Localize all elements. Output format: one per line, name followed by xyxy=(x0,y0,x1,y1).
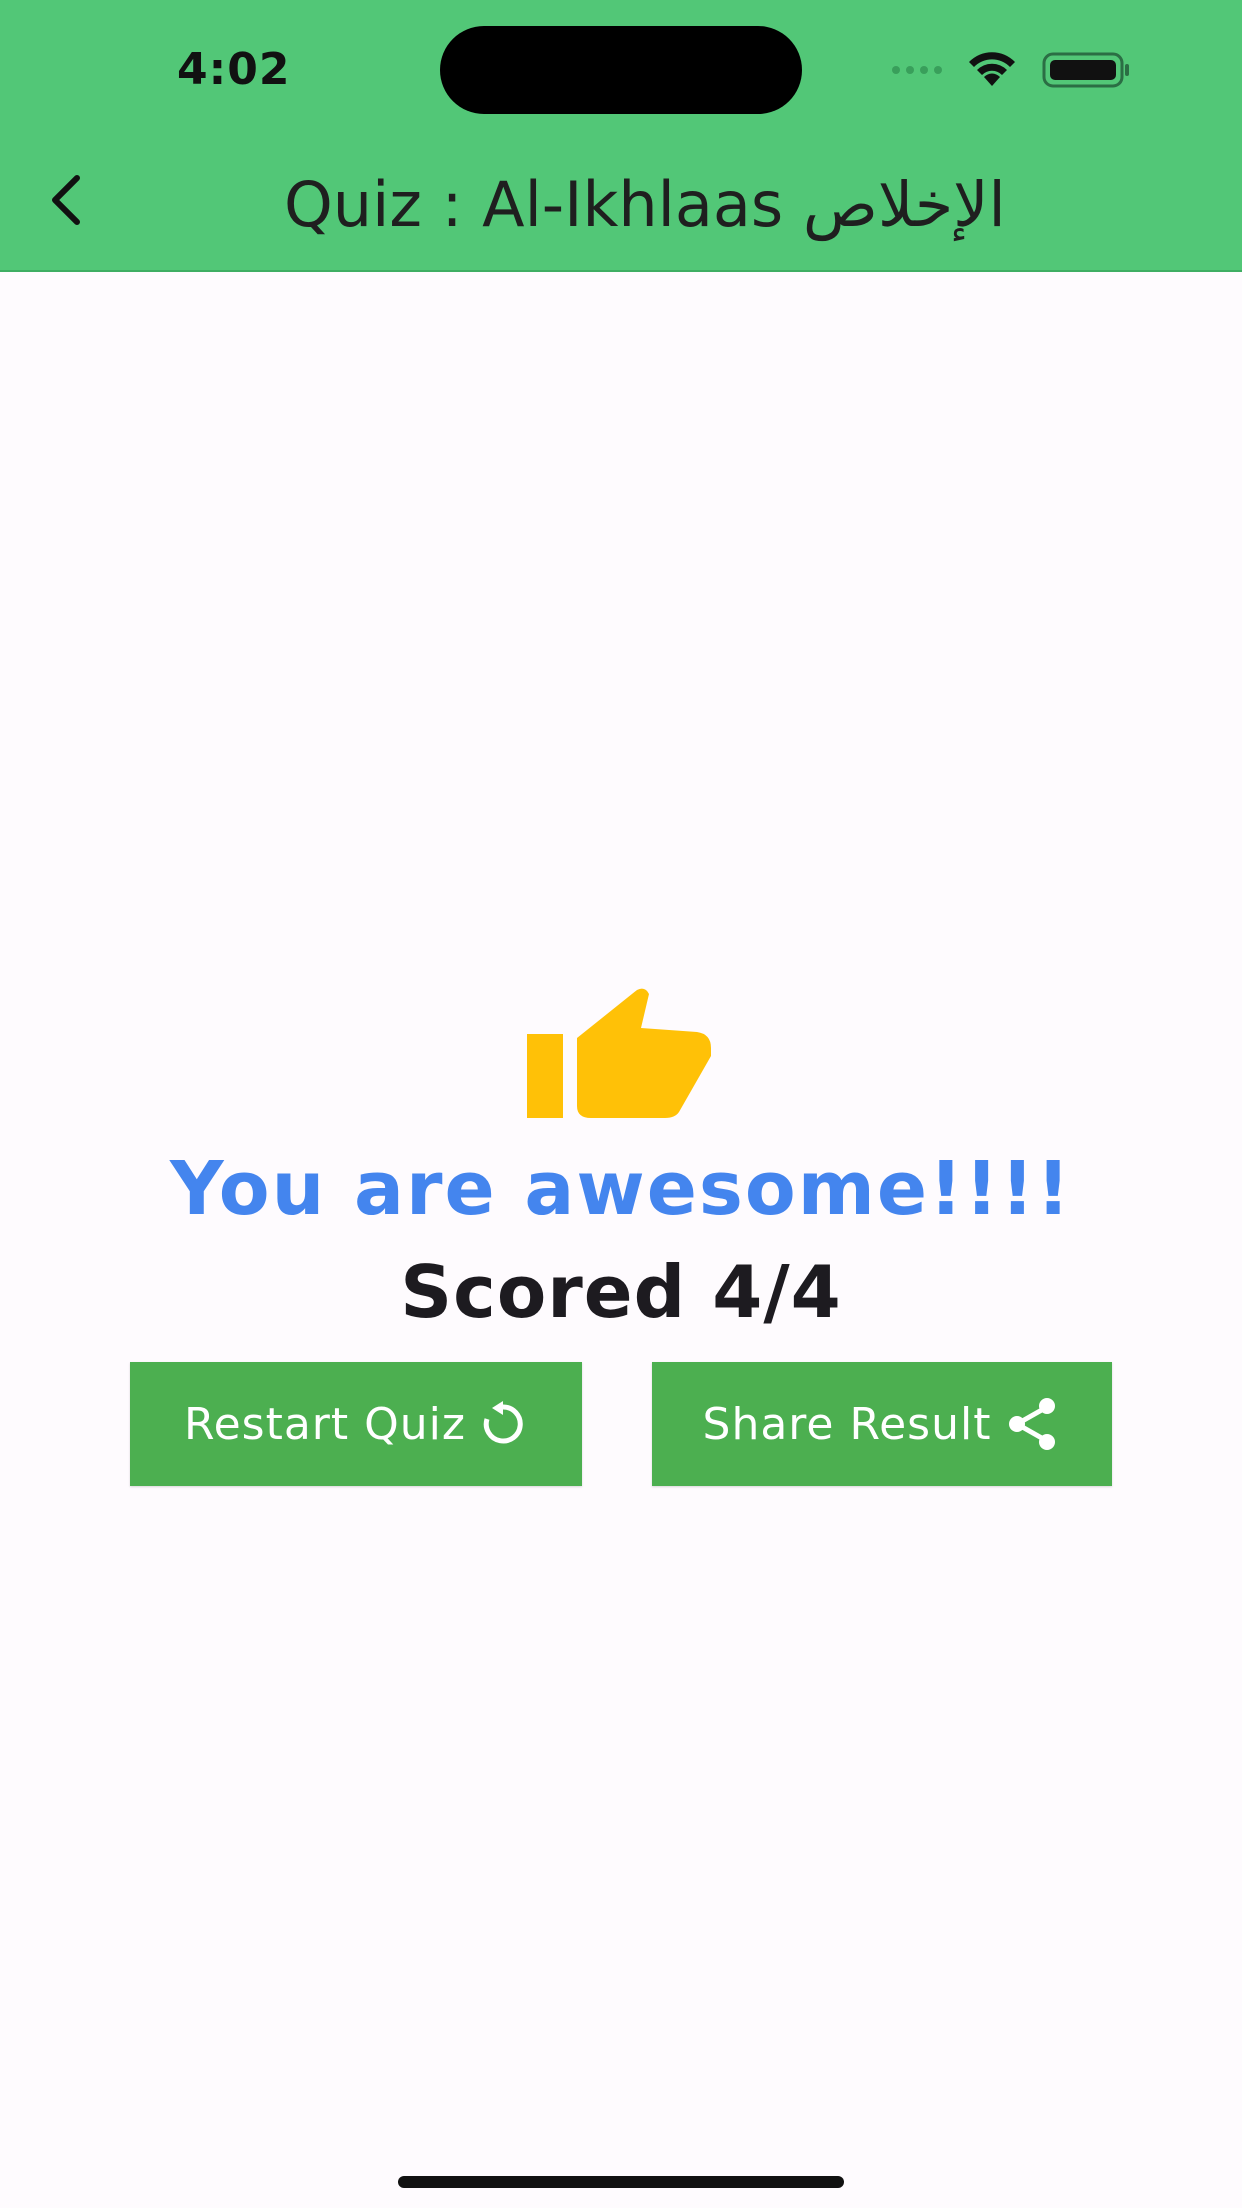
restart-quiz-label: Restart Quiz xyxy=(184,1398,466,1450)
chevron-left-icon xyxy=(52,175,80,225)
home-indicator[interactable] xyxy=(398,2176,844,2188)
thumbs-up-icon xyxy=(525,978,715,1120)
score-text: Scored 4/4 xyxy=(400,1250,842,1334)
result-message: You are awesome!!!! xyxy=(169,1146,1073,1232)
share-result-label: Share Result xyxy=(702,1398,992,1450)
back-button[interactable] xyxy=(30,165,100,235)
page-title: Quiz : Al-Ikhlaas الإخلاص xyxy=(284,168,1006,241)
share-icon xyxy=(1009,1398,1056,1450)
battery-icon xyxy=(1042,50,1132,90)
quiz-result-screen: 4:02 Quiz: Al-Ikhlaas الإخلاص You are a… xyxy=(0,0,1242,2208)
share-result-button[interactable]: Share Result xyxy=(652,1362,1112,1486)
app-header: 4:02 Quiz: Al-Ikhlaas الإخلاص xyxy=(0,0,1242,272)
status-time: 4:02 xyxy=(177,44,291,95)
status-icons xyxy=(892,50,1132,90)
dynamic-island xyxy=(440,26,802,114)
restart-quiz-button[interactable]: Restart Quiz xyxy=(130,1362,582,1486)
cellular-signal-icon xyxy=(892,66,942,74)
wifi-icon xyxy=(964,50,1020,90)
refresh-icon xyxy=(483,1401,523,1444)
